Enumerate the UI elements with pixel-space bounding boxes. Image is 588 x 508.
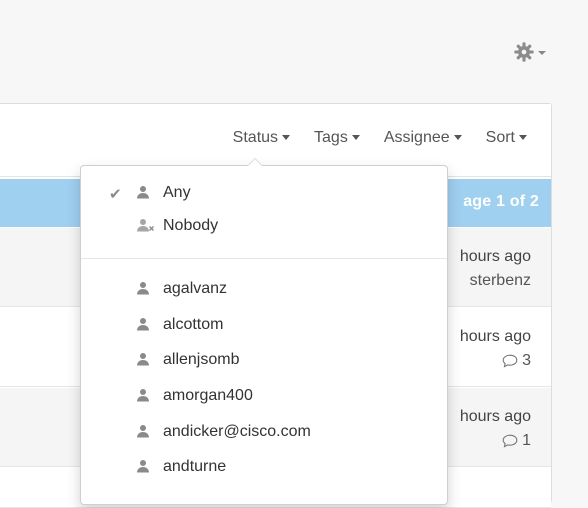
assignee-option-label: amorgan400 (163, 387, 253, 404)
user-icon (136, 317, 150, 336)
assignee-option-label: agalvanz (163, 280, 228, 297)
assignee-filter-button[interactable]: Assignee (384, 129, 462, 147)
assignee-option-label: alcottom (163, 316, 224, 333)
chevron-down-icon (282, 135, 291, 141)
checkmark-icon: ✔ (109, 186, 122, 203)
tags-filter-button[interactable]: Tags (314, 129, 360, 147)
assignee-option-label: allenjsomb (163, 351, 240, 368)
comment-icon (502, 354, 518, 368)
user-icon (136, 281, 150, 300)
sort-button[interactable]: Sort (486, 129, 527, 147)
settings-gear-menu[interactable] (513, 41, 546, 63)
assignee-option-user[interactable]: andicker@cisco.com (81, 415, 447, 449)
assignee-option-user[interactable]: agalvanz (81, 272, 447, 306)
tags-filter-label: Tags (314, 129, 348, 146)
row-time: hours ago (459, 248, 531, 265)
comment-count-value: 1 (522, 432, 531, 449)
assignee-option-user[interactable]: allenjsomb (81, 343, 447, 377)
row-time: hours ago (459, 408, 531, 425)
user-icon (136, 352, 150, 371)
assignee-option-label: Nobody (163, 217, 219, 234)
chevron-down-icon (519, 135, 527, 141)
assignee-option-label: Any (163, 184, 191, 201)
comment-count: 1 (502, 432, 531, 450)
user-icon (136, 424, 150, 443)
user-icon (136, 388, 150, 407)
assignee-option-user[interactable]: alcottom (81, 308, 447, 342)
user-icon (136, 185, 150, 204)
gear-icon (513, 41, 535, 63)
status-filter-label: Status (232, 129, 279, 146)
page-indicator: age 1 of 2 (463, 193, 539, 210)
assignee-dropdown-menu: ✔ Any Nobody agalvanz alcottom allenjsom… (80, 158, 448, 505)
assignee-option-user[interactable]: amorgan400 (81, 379, 447, 413)
menu-divider (81, 258, 447, 259)
sort-label: Sort (485, 129, 515, 146)
chevron-down-icon (538, 51, 546, 55)
assignee-option-any[interactable]: ✔ Any (81, 176, 447, 210)
chevron-down-icon (351, 135, 360, 141)
assignee-option-nobody[interactable]: Nobody (81, 209, 447, 243)
assignee-option-label: andturne (163, 458, 227, 475)
comment-icon (502, 434, 518, 448)
row-assignee: sterbenz (469, 272, 531, 289)
assignee-option-user[interactable]: andturne (81, 450, 447, 484)
row-time: hours ago (459, 328, 531, 345)
chevron-down-icon (453, 135, 462, 141)
assignee-filter-label: Assignee (383, 129, 450, 146)
user-unassigned-icon (136, 218, 156, 237)
status-filter-button[interactable]: Status (232, 129, 291, 147)
assignee-option-label: andicker@cisco.com (163, 423, 311, 440)
user-icon (136, 459, 150, 478)
comment-count-value: 3 (522, 352, 531, 369)
comment-count: 3 (502, 352, 531, 370)
